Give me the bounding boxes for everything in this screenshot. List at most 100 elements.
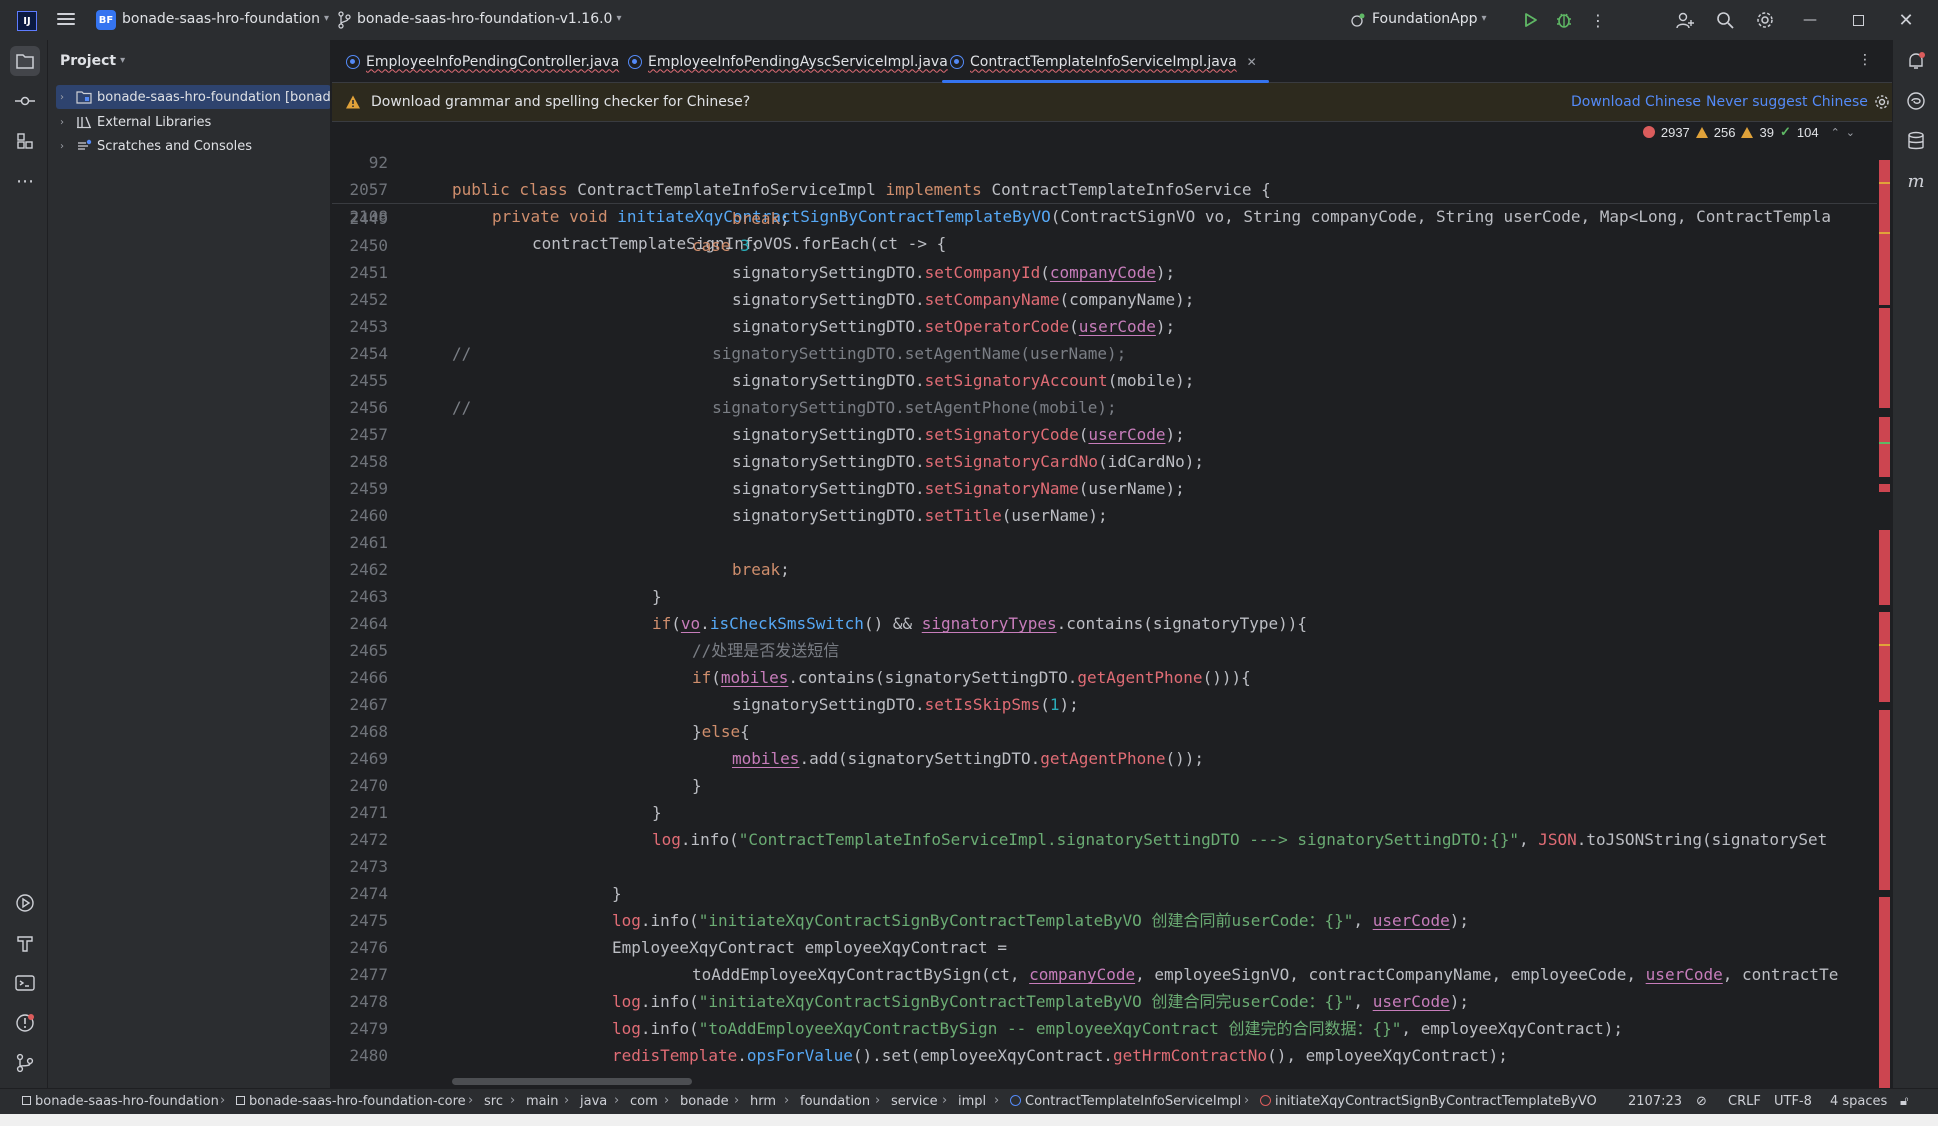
- close-window-icon[interactable]: ✕: [1896, 10, 1916, 31]
- indent-setting[interactable]: 4 spaces: [1830, 1094, 1887, 1109]
- tab-employee-info-pending-controller[interactable]: EmployeeInfoPendingController.java: [346, 40, 619, 83]
- breadcrumb-hrm[interactable]: hrm: [750, 1094, 776, 1109]
- error-marker[interactable]: [1879, 417, 1890, 477]
- maximize-icon[interactable]: [1848, 10, 1868, 30]
- breadcrumb-src[interactable]: src: [484, 1094, 503, 1109]
- more-actions-icon[interactable]: ⋮: [1588, 10, 1608, 30]
- tab-employee-info-pending-aysc-service-impl[interactable]: EmployeeInfoPendingAyscServiceImpl.java: [628, 40, 948, 83]
- chevron-right-icon[interactable]: ›: [60, 92, 72, 103]
- warning-marker[interactable]: [1879, 644, 1890, 646]
- code-line[interactable]: 2469 mobiles.add(signatorySettingDTO.getA…: [332, 745, 1877, 772]
- main-menu-icon[interactable]: [57, 10, 75, 30]
- code-line[interactable]: 2468}else{: [332, 718, 1877, 745]
- breadcrumb-impl[interactable]: impl: [958, 1094, 986, 1109]
- code-line[interactable]: 2453 signatorySettingDTO.setOperatorCode(…: [332, 313, 1877, 340]
- error-stripe[interactable]: [1877, 122, 1892, 1102]
- tab-contract-template-info-service-impl[interactable]: ContractTemplateInfoServiceImpl.java ✕: [942, 40, 1269, 83]
- debug-icon[interactable]: [1554, 10, 1574, 30]
- project-tool-icon[interactable]: [10, 46, 40, 76]
- code-line[interactable]: 2478 log.info("initiateXqyContractSignByC…: [332, 988, 1877, 1015]
- services-icon[interactable]: [14, 892, 36, 914]
- problems-icon[interactable]: [14, 1012, 36, 1034]
- code-line[interactable]: 2470}: [332, 772, 1877, 799]
- warning-marker[interactable]: [1879, 182, 1890, 184]
- never-suggest-chinese-link[interactable]: Never suggest Chinese: [1706, 94, 1868, 110]
- code-line[interactable]: 2463}: [332, 583, 1877, 610]
- code-line[interactable]: 2450 case 3:: [332, 232, 1877, 259]
- structure-icon[interactable]: [14, 130, 36, 152]
- chevron-right-icon[interactable]: ›: [60, 141, 72, 152]
- run-icon[interactable]: [1520, 10, 1540, 30]
- project-badge[interactable]: BF: [96, 10, 116, 30]
- close-tab-icon[interactable]: ✕: [1247, 55, 1257, 69]
- notifications-icon[interactable]: [1905, 50, 1927, 72]
- inspection-profile-icon[interactable]: ⊘: [1696, 1094, 1707, 1109]
- tree-item-project-root[interactable]: › bonade-saas-hro-foundation [bonad: [56, 85, 330, 109]
- download-chinese-link[interactable]: Download Chinese: [1571, 94, 1701, 110]
- code-line[interactable]: 2477 toAddEmployeeXqyContractBySign(ct, c…: [332, 961, 1877, 988]
- error-marker[interactable]: [1879, 530, 1890, 605]
- breadcrumb-main[interactable]: main: [526, 1094, 558, 1109]
- code-line[interactable]: 2461: [332, 529, 1877, 556]
- code-line[interactable]: 2475 log.info("initiateXqyContractSignByC…: [332, 907, 1877, 934]
- code-line[interactable]: 2449 break;: [332, 205, 1877, 232]
- breadcrumb-class[interactable]: ContractTemplateInfoServiceImpl: [1010, 1094, 1241, 1109]
- tree-item-scratches[interactable]: › Scratches and Consoles: [56, 134, 252, 158]
- code-line[interactable]: 2459 signatorySettingDTO.setSignatoryName…: [332, 475, 1877, 502]
- database-icon[interactable]: [1905, 130, 1927, 152]
- tab-options-icon[interactable]: ⋮: [1858, 52, 1872, 68]
- code-line[interactable]: 2479 log.info("toAddEmployeeXqyContractBy…: [332, 1015, 1877, 1042]
- minimize-icon[interactable]: —: [1800, 10, 1820, 30]
- caret-position[interactable]: 2107:23: [1628, 1094, 1682, 1109]
- breadcrumb-service[interactable]: service: [891, 1094, 938, 1109]
- banner-settings-icon[interactable]: [1872, 92, 1892, 112]
- code-line[interactable]: 2474}: [332, 880, 1877, 907]
- change-marker[interactable]: [1879, 442, 1890, 444]
- code-line[interactable]: 2464 if(vo.isCheckSmsSwitch() && signator…: [332, 610, 1877, 637]
- maven-icon[interactable]: m: [1905, 170, 1927, 192]
- settings-gear-icon[interactable]: [1755, 10, 1775, 30]
- error-marker[interactable]: [1879, 484, 1890, 492]
- breadcrumb-bonade[interactable]: bonade: [680, 1094, 729, 1109]
- chevron-right-icon[interactable]: ›: [60, 117, 72, 128]
- lock-icon[interactable]: 🔓︎: [1900, 1094, 1908, 1109]
- ai-assistant-icon[interactable]: [1905, 90, 1927, 112]
- build-icon[interactable]: [14, 932, 36, 954]
- inspection-widget[interactable]: 2937 256 39 ✓ 104 ⌃ ⌄: [1636, 124, 1855, 140]
- terminal-icon[interactable]: [14, 972, 36, 994]
- code-line[interactable]: 2455 signatorySettingDTO.setSignatoryAcco…: [332, 367, 1877, 394]
- file-encoding[interactable]: UTF-8: [1774, 1094, 1812, 1109]
- code-line[interactable]: 2480 redisTemplate.opsForValue().set(empl…: [332, 1042, 1877, 1069]
- breadcrumb-java[interactable]: java: [580, 1094, 607, 1109]
- code-line[interactable]: 2457 signatorySettingDTO.setSignatoryCode…: [332, 421, 1877, 448]
- sticky-line[interactable]: 2057 private void initiateXqyContractSig…: [332, 149, 1877, 226]
- breadcrumb-project[interactable]: bonade-saas-hro-foundation: [22, 1094, 219, 1109]
- code-line[interactable]: 2471}: [332, 799, 1877, 826]
- sticky-line[interactable]: 2108 contractTemplateSignInfoVOS.forEach…: [332, 176, 1877, 253]
- error-marker[interactable]: [1879, 710, 1890, 890]
- warning-marker[interactable]: [1879, 232, 1890, 234]
- error-marker[interactable]: [1879, 308, 1890, 408]
- code-line[interactable]: 2466 if(mobiles.contains(signatorySetting…: [332, 664, 1877, 691]
- run-config-selector[interactable]: FoundationApp ▾: [1372, 11, 1487, 27]
- next-problem-icon[interactable]: ⌄: [1846, 126, 1855, 139]
- project-panel-title[interactable]: Project ▾: [60, 53, 125, 69]
- commit-icon[interactable]: [14, 90, 36, 112]
- breadcrumb-module[interactable]: bonade-saas-hro-foundation-core: [236, 1094, 466, 1109]
- line-separator[interactable]: CRLF: [1728, 1094, 1761, 1109]
- add-user-icon[interactable]: [1675, 10, 1695, 30]
- branch-switcher[interactable]: bonade-saas-hro-foundation-v1.16.0 ▾: [357, 11, 622, 27]
- code-line[interactable]: 2465 //处理是否发送短信: [332, 637, 1877, 664]
- git-icon[interactable]: [14, 1052, 36, 1074]
- intellij-logo-icon[interactable]: IJ: [17, 11, 37, 31]
- code-line[interactable]: 2467 signatorySettingDTO.setIsSkipSms(1);: [332, 691, 1877, 718]
- breadcrumb-method[interactable]: initiateXqyContractSignByContractTemplat…: [1260, 1094, 1597, 1109]
- code-line[interactable]: 2473: [332, 853, 1877, 880]
- code-line[interactable]: 2451 signatorySettingDTO.setCompanyId(com…: [332, 259, 1877, 286]
- code-line[interactable]: 2476 EmployeeXqyContract employeeXqyContr…: [332, 934, 1877, 961]
- code-line[interactable]: 2462 break;: [332, 556, 1877, 583]
- code-line[interactable]: 2452 signatorySettingDTO.setCompanyName(c…: [332, 286, 1877, 313]
- code-line[interactable]: 2458 signatorySettingDTO.setSignatoryCard…: [332, 448, 1877, 475]
- code-line[interactable]: 2456 // signatorySettingDTO.setAgentPhone…: [332, 394, 1877, 421]
- project-switcher[interactable]: bonade-saas-hro-foundation ▾: [122, 11, 329, 27]
